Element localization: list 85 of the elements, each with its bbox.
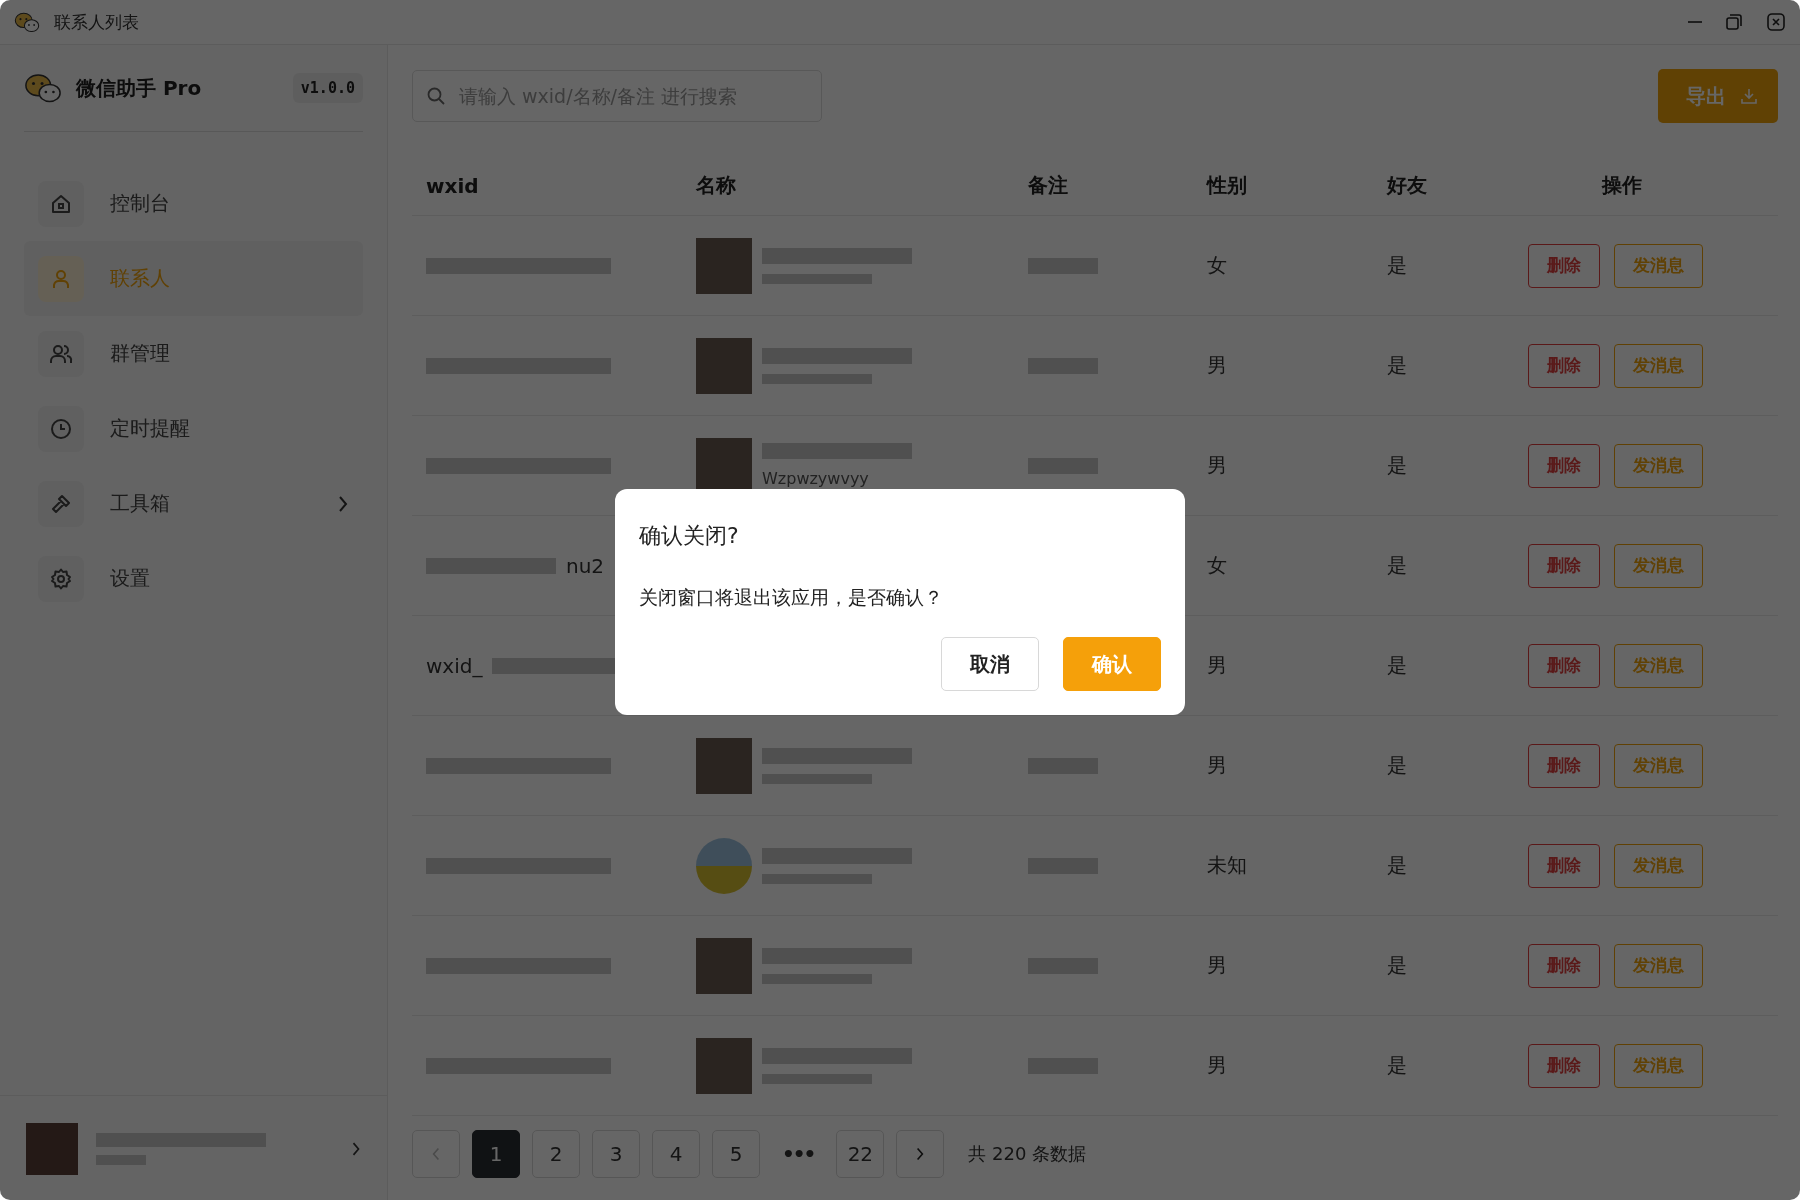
version-badge: v1.0.0 xyxy=(292,73,363,103)
avatar-placeholder xyxy=(696,1037,752,1094)
delete-button[interactable]: 删除 xyxy=(1528,243,1600,288)
delete-button[interactable]: 删除 xyxy=(1528,543,1600,588)
sidebar-item[interactable]: 联系人 xyxy=(24,241,363,316)
avatar-placeholder xyxy=(696,237,752,294)
column-header: 好友 xyxy=(1387,172,1428,199)
table-cell-text: 未知 xyxy=(1207,852,1248,879)
sidebar-item[interactable]: 定时提醒 xyxy=(24,391,363,466)
minimize-icon xyxy=(1688,21,1702,23)
delete-button[interactable]: 删除 xyxy=(1528,1043,1600,1088)
restore-icon xyxy=(1724,12,1744,32)
column-header: 操作 xyxy=(1602,172,1642,199)
avatar-placeholder xyxy=(26,1122,78,1175)
column-header: 性别 xyxy=(1207,172,1248,199)
chat-bubbles-icon xyxy=(14,11,40,33)
table-cell-text: 是 xyxy=(1387,852,1408,879)
delete-button[interactable]: 删除 xyxy=(1528,743,1600,788)
table-cell-text: 男 xyxy=(1207,352,1228,379)
chat-bubbles-icon xyxy=(24,72,62,104)
table-cell-text: 女 xyxy=(1207,252,1228,279)
table-cell-text: 是 xyxy=(1387,452,1408,479)
table-cell-text: 男 xyxy=(1207,652,1228,679)
dialog-message: 关闭窗口将退出该应用，是否确认？ xyxy=(639,585,944,610)
message-button[interactable]: 发消息 xyxy=(1614,543,1703,588)
download-icon xyxy=(1740,87,1758,105)
message-button[interactable]: 发消息 xyxy=(1614,1043,1703,1088)
message-button[interactable]: 发消息 xyxy=(1614,843,1703,888)
window-title: 联系人列表 xyxy=(54,10,140,34)
table-cell-text: 是 xyxy=(1387,552,1408,579)
table-cell-text: Wzpwzywvyy xyxy=(762,469,870,488)
column-header: 备注 xyxy=(1028,172,1069,199)
table-cell-text: 是 xyxy=(1387,952,1408,979)
table-cell: wxid_ xyxy=(426,653,483,678)
table-cell-text: 是 xyxy=(1387,1052,1408,1079)
sidebar-item[interactable]: 设置 xyxy=(24,541,363,616)
delete-button[interactable]: 删除 xyxy=(1528,443,1600,488)
page-button[interactable]: 3 xyxy=(592,1130,640,1178)
avatar-placeholder xyxy=(696,937,752,994)
column-header: wxid xyxy=(426,173,480,198)
page-button[interactable]: 2 xyxy=(532,1130,580,1178)
delete-button[interactable]: 删除 xyxy=(1528,843,1600,888)
message-button[interactable]: 发消息 xyxy=(1614,643,1703,688)
table-cell-text: 男 xyxy=(1207,752,1228,779)
column-header: 名称 xyxy=(696,172,737,199)
table-cell-text: 是 xyxy=(1387,652,1408,679)
table-cell-text: 男 xyxy=(1207,452,1228,479)
table-cell-text: 女 xyxy=(1207,552,1228,579)
sidebar-item[interactable]: 工具箱 xyxy=(24,466,363,541)
confirm-button[interactable]: 确认 xyxy=(1063,637,1161,691)
message-button[interactable]: 发消息 xyxy=(1614,743,1703,788)
cancel-button[interactable]: 取消 xyxy=(941,637,1039,691)
table-cell-text: 是 xyxy=(1387,752,1408,779)
table-cell-text: 男 xyxy=(1207,952,1228,979)
ellipsis: ••• xyxy=(781,1141,816,1168)
page-button[interactable]: 22 xyxy=(836,1130,885,1178)
sidebar-item[interactable]: 群管理 xyxy=(24,316,363,391)
message-button[interactable]: 发消息 xyxy=(1614,343,1703,388)
delete-button[interactable]: 删除 xyxy=(1528,643,1600,688)
export-button[interactable]: 导出 xyxy=(1658,69,1778,123)
next-page-button[interactable] xyxy=(896,1130,945,1178)
message-button[interactable]: 发消息 xyxy=(1614,443,1703,488)
dialog-title: 确认关闭? xyxy=(639,522,740,550)
table-cell: nu2 xyxy=(566,553,605,578)
table-cell-text: 是 xyxy=(1387,252,1408,279)
page-button[interactable]: 1 xyxy=(472,1130,520,1178)
table-cell-text: 男 xyxy=(1207,1052,1228,1079)
close-icon xyxy=(1766,12,1786,32)
chevron-right-icon xyxy=(915,1146,926,1162)
table-cell-text: 是 xyxy=(1387,352,1408,379)
message-button[interactable]: 发消息 xyxy=(1614,243,1703,288)
chevron-left-icon xyxy=(431,1146,441,1162)
avatar-placeholder xyxy=(696,737,752,794)
app-name: 微信助手 Pro xyxy=(76,74,203,102)
sidebar-item[interactable]: 控制台 xyxy=(24,166,363,241)
search-icon xyxy=(426,86,446,106)
delete-button[interactable]: 删除 xyxy=(1528,943,1600,988)
page-button[interactable]: 5 xyxy=(712,1130,760,1178)
settings-icon xyxy=(49,566,73,591)
total-count: 共 220 条数据 xyxy=(968,1142,1087,1166)
message-button[interactable]: 发消息 xyxy=(1614,943,1703,988)
delete-button[interactable]: 删除 xyxy=(1528,343,1600,388)
clock-icon xyxy=(49,416,73,441)
avatar-placeholder xyxy=(696,337,752,394)
page-button[interactable]: 4 xyxy=(652,1130,700,1178)
